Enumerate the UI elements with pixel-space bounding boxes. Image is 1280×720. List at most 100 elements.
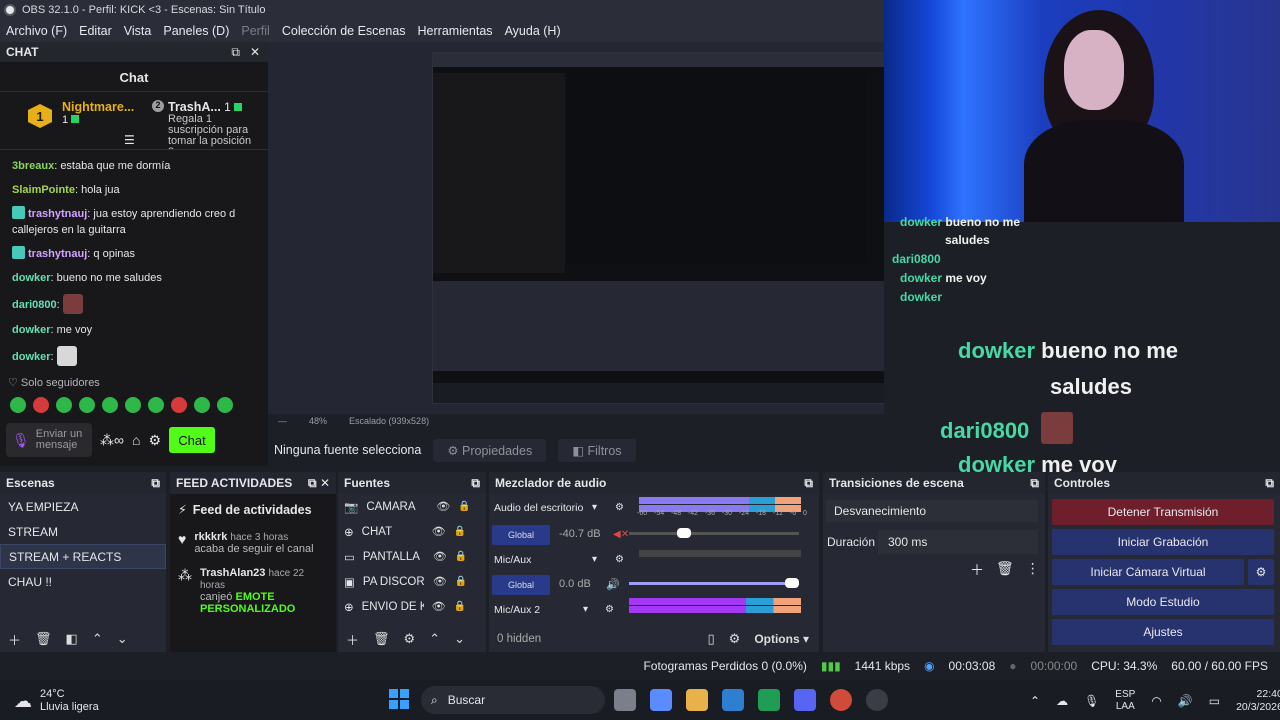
scene-item[interactable]: YA EMPIEZA [0,494,166,519]
chat-username[interactable]: dowker [12,272,51,284]
scene-item[interactable]: CHAU !! [0,569,166,594]
emote-button[interactable] [125,397,141,413]
emote-button[interactable] [102,397,118,413]
weather-widget[interactable]: ☁ 24°C Lluvia ligera [14,688,99,714]
word-icon[interactable] [722,689,744,711]
chat-username[interactable]: dowker [12,351,51,363]
speaker-icon[interactable]: 🔊 [606,578,620,591]
chrome-icon[interactable] [830,689,852,711]
channel-settings-icon[interactable]: ⚙ [615,554,624,565]
menu-coleccion-escenas[interactable]: Colección de Escenas [276,24,412,38]
eye-icon[interactable]: 👁 [433,550,447,563]
source-item[interactable]: ▭ PANTALLA 👁 🔒 [338,544,486,569]
lock-icon[interactable]: 🔒 [455,576,467,587]
menu-perfil[interactable]: Perfil [235,24,275,38]
global-button[interactable]: Global [492,525,550,545]
undock-icon[interactable]: ⧉ [804,476,813,491]
chevron-up-icon[interactable]: ⌃ [1030,694,1040,708]
chat-username[interactable]: 3breaux [12,160,54,172]
add-icon[interactable]: ＋ [346,630,359,649]
channel-dropdown-icon[interactable]: ▾ [592,554,597,565]
eye-icon[interactable]: 👁 [432,600,446,613]
menu-paneles[interactable]: Paneles (D) [157,24,235,38]
send-chat-button[interactable]: Chat [169,427,216,453]
channel-settings-icon[interactable]: ⚙ [615,502,624,513]
duration-input[interactable]: 300 ms [878,530,1038,554]
eye-icon[interactable]: 👁 [432,525,446,538]
leader-1-name[interactable]: Nightmare... [62,100,142,114]
emote-button[interactable] [148,397,164,413]
battery-icon[interactable]: ▭ [1209,694,1220,708]
wifi-icon[interactable]: ◠ [1151,694,1161,708]
layout-icon[interactable]: ▯ [708,631,715,647]
delete-icon[interactable]: 🗑 [373,631,390,647]
chat-username[interactable]: trashytnauj [28,248,87,260]
move-down-icon[interactable]: ⌄ [454,631,465,647]
eye-icon[interactable]: 👁 [436,500,450,513]
excel-icon[interactable] [758,689,780,711]
channel-settings-icon[interactable]: ⚙ [605,604,614,615]
source-item[interactable]: 📷 CAMARA 👁 🔒 [338,494,486,519]
filters-button[interactable]: ◧ Filtros [558,438,636,462]
stop-stream-button[interactable]: Detener Transmisión [1052,499,1274,525]
properties-button[interactable]: ⚙ Propiedades [433,438,547,462]
lock-icon[interactable]: 🔒 [454,601,466,612]
emote-button[interactable] [79,397,95,413]
discord-icon[interactable] [794,689,816,711]
move-down-icon[interactable]: ⌄ [117,631,128,647]
cloud-icon[interactable]: ☁ [1056,694,1068,708]
lock-icon[interactable]: 🔒 [455,551,467,562]
store-icon[interactable]: ⌂ [132,432,140,448]
file-explorer-icon[interactable] [686,689,708,711]
global-button[interactable]: Global [492,575,550,595]
undock-icon[interactable]: ⧉ [471,476,480,491]
scene-item-selected[interactable]: STREAM + REACTS [0,544,166,569]
feed-user[interactable]: TrashAlan23 [200,567,265,579]
delete-icon[interactable]: 🗑 [35,631,52,647]
source-item[interactable]: ▣ PA DISCORD 👁 🔒 [338,569,486,594]
undock-icon[interactable]: ⧉ [1265,476,1274,491]
language-indicator[interactable]: ESP LAA [1115,689,1135,713]
leader-2-name[interactable]: TrashA... [168,100,221,114]
filter-icon[interactable]: ◧ [66,631,78,647]
chat-username[interactable]: dowker [12,324,51,336]
menu-vista[interactable]: Vista [118,24,158,38]
clock[interactable]: 22:40 20/3/2026 [1236,688,1280,714]
eye-icon[interactable]: 👁 [433,575,447,588]
obs-taskbar-icon[interactable] [866,689,888,711]
volume-icon[interactable]: 🔊 [1178,694,1193,708]
emote-button[interactable] [10,397,26,413]
lock-icon[interactable]: 🔒 [454,526,466,537]
emote-button[interactable] [194,397,210,413]
feed-user[interactable]: rkkkrk [194,531,227,543]
copilot-icon[interactable] [650,689,672,711]
mic-icon[interactable]: 🎙 [12,433,30,447]
menu-archivo[interactable]: Archivo (F) [0,24,73,38]
undock-icon[interactable]: ⧉ [231,45,240,60]
undock-icon[interactable]: ⧉ [1030,476,1039,491]
start-recording-button[interactable]: Iniciar Grabación [1052,529,1274,555]
volume-slider[interactable] [629,582,799,585]
virtual-camera-settings-icon[interactable]: ⚙ [1248,559,1274,585]
source-item[interactable]: ⊕ ENVIO DE KI 👁 🔒 [338,594,486,619]
add-icon[interactable]: ＋ [8,630,21,649]
add-icon[interactable]: ＋ [970,560,984,580]
undock-icon[interactable]: ⧉ [308,476,317,490]
start-button[interactable] [389,689,409,709]
scene-item[interactable]: STREAM [0,519,166,544]
channel-dropdown-icon[interactable]: ▾ [583,604,588,615]
chat-username[interactable]: dari0800 [12,299,57,311]
chat-message-input[interactable]: 🎙 Enviar un mensaje [6,423,92,457]
hidden-count[interactable]: 0 hidden [497,633,541,645]
close-icon[interactable]: ✕ [250,45,260,59]
transition-select[interactable]: Desvanecimiento [826,500,1038,522]
emote-button[interactable] [33,397,49,413]
taskbar-search[interactable]: ⌕ Buscar [421,686,605,714]
menu-ayuda[interactable]: Ayuda (H) [499,24,567,38]
volume-slider-handle[interactable] [677,528,691,538]
close-icon[interactable]: ✕ [320,476,330,490]
rewards-icon[interactable]: ⁂∞ [100,432,124,449]
menu-herramientas[interactable]: Herramientas [412,24,499,38]
emote-button[interactable] [56,397,72,413]
studio-mode-button[interactable]: Modo Estudio [1052,589,1274,615]
